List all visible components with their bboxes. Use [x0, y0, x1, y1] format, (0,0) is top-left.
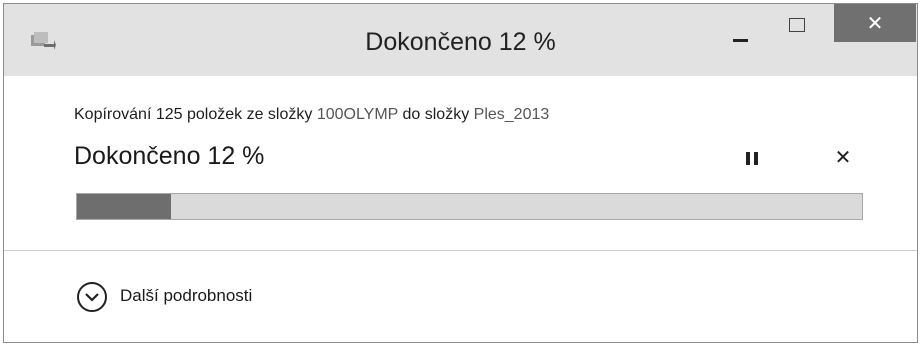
more-details-label: Další podrobnosti	[120, 286, 253, 305]
cancel-icon: ✕	[834, 145, 852, 169]
description-middle: do složky	[398, 106, 474, 123]
progress-bar	[76, 193, 863, 220]
progress-status: Dokončeno 12 %	[74, 142, 265, 170]
title-bar[interactable]: Dokončeno 12 % ✕	[4, 4, 917, 76]
pause-button[interactable]	[740, 144, 764, 172]
description-prefix: Kopírování 125 položek ze složky	[74, 106, 317, 123]
maximize-icon	[789, 18, 805, 32]
minimize-icon	[733, 39, 748, 42]
divider	[4, 250, 917, 251]
progress-bar-fill	[77, 194, 172, 219]
close-icon: ✕	[866, 11, 884, 35]
cancel-button[interactable]: ✕	[830, 142, 856, 172]
source-folder-link[interactable]: 100OLYMP	[317, 106, 398, 123]
chevron-down-circle-icon	[77, 282, 107, 312]
destination-folder-link[interactable]: Ples_2013	[474, 106, 550, 123]
minimize-button[interactable]	[718, 4, 762, 46]
maximize-button[interactable]	[774, 4, 818, 46]
close-button[interactable]: ✕	[834, 4, 916, 42]
progress-panel: Kopírování 125 položek ze složky 100OLYM…	[4, 76, 917, 250]
copy-progress-dialog: Dokončeno 12 % ✕ Kopírování 125 položek …	[3, 3, 918, 343]
copy-description: Kopírování 125 položek ze složky 100OLYM…	[74, 106, 549, 124]
